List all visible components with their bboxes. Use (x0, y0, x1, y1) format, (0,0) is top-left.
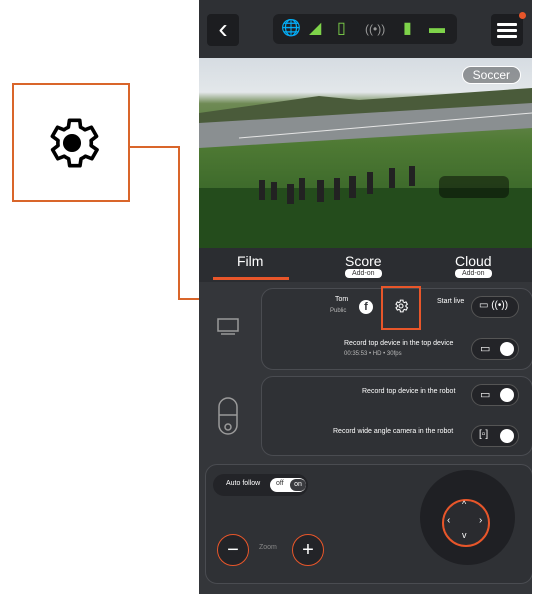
callout-line-vertical-2 (178, 146, 180, 300)
video-preview: Soccer (199, 58, 532, 248)
tab-film[interactable]: Film (237, 253, 263, 269)
record-wide-toggle[interactable]: [▫] (471, 425, 519, 447)
record-top-meta: 00:35:53 • HD • 30fps (344, 351, 402, 357)
facebook-icon[interactable]: f (359, 300, 373, 314)
menu-button[interactable] (491, 14, 523, 46)
notification-dot (519, 12, 526, 19)
start-live-button[interactable]: ▭ ((•)) (471, 296, 519, 318)
broadcast-icon: ((•)) (365, 22, 386, 36)
chevron-down-icon: v (462, 530, 467, 540)
zoom-label: Zoom (259, 544, 277, 551)
monitor-icon: ▭ (480, 343, 491, 355)
device-icon: ▬ (429, 20, 445, 37)
tab-cloud[interactable]: Cloud Add-on (455, 253, 492, 278)
live-visibility-label: Public (330, 308, 347, 314)
wide-camera-icon: [▫] (479, 429, 489, 440)
live-account-label: Tom (335, 296, 349, 303)
joystick-knob[interactable]: ^ ‹ › v (442, 499, 490, 547)
start-live-label: Start live (437, 298, 465, 305)
record-wide-label: Record wide angle camera in the robot (333, 428, 454, 435)
monitor-icon: ▭ (480, 389, 491, 401)
record-top-toggle[interactable]: ▭ (471, 338, 519, 360)
chevron-up-icon: ^ (462, 499, 467, 509)
chevron-left-icon: ‹ (218, 13, 228, 44)
monitor-broadcast-icon: ▭ ((•)) (479, 300, 509, 311)
callout-box (12, 83, 130, 202)
signal-icon: ◢ (309, 20, 322, 37)
auto-follow-control: Auto follow off on (213, 474, 308, 496)
zoom-out-button[interactable]: − (217, 534, 249, 566)
back-button[interactable]: ‹ (207, 14, 239, 46)
globe-icon: 🌐 (281, 20, 301, 37)
chevron-left-icon: ‹ (447, 515, 451, 526)
app-screen: ‹ 🌐 ◢ ▯ ((•)) ▮ ▬ Soccer Film Score Add-… (199, 0, 532, 594)
gear-icon[interactable] (393, 298, 409, 314)
record-robot-toggle[interactable]: ▭ (471, 384, 519, 406)
addon-badge: Add-on (455, 269, 492, 278)
status-bar: 🌐 ◢ ▯ ((•)) ▮ ▬ (273, 14, 457, 44)
gear-icon (50, 118, 99, 168)
field-scene (199, 88, 532, 248)
auto-follow-toggle[interactable]: off on (270, 478, 306, 492)
phone-battery-icon: ▯ (337, 20, 346, 37)
monitor-icon (217, 318, 239, 335)
record-robot-label: Record top device in the robot (362, 388, 456, 395)
chevron-right-icon: › (479, 515, 483, 526)
tab-score[interactable]: Score Add-on (345, 253, 382, 278)
robot-battery-icon: ▮ (403, 20, 412, 37)
auto-follow-label: Auto follow (226, 480, 261, 487)
robot-icon (218, 397, 238, 435)
addon-badge: Add-on (345, 269, 382, 278)
active-tab-indicator (213, 277, 289, 280)
record-top-label: Record top device in the top device (344, 340, 454, 347)
sport-badge[interactable]: Soccer (461, 66, 521, 84)
top-bar: ‹ 🌐 ◢ ▯ ((•)) ▮ ▬ (199, 0, 532, 58)
callout-line-vertical (130, 146, 180, 148)
zoom-in-button[interactable]: + (292, 534, 324, 566)
